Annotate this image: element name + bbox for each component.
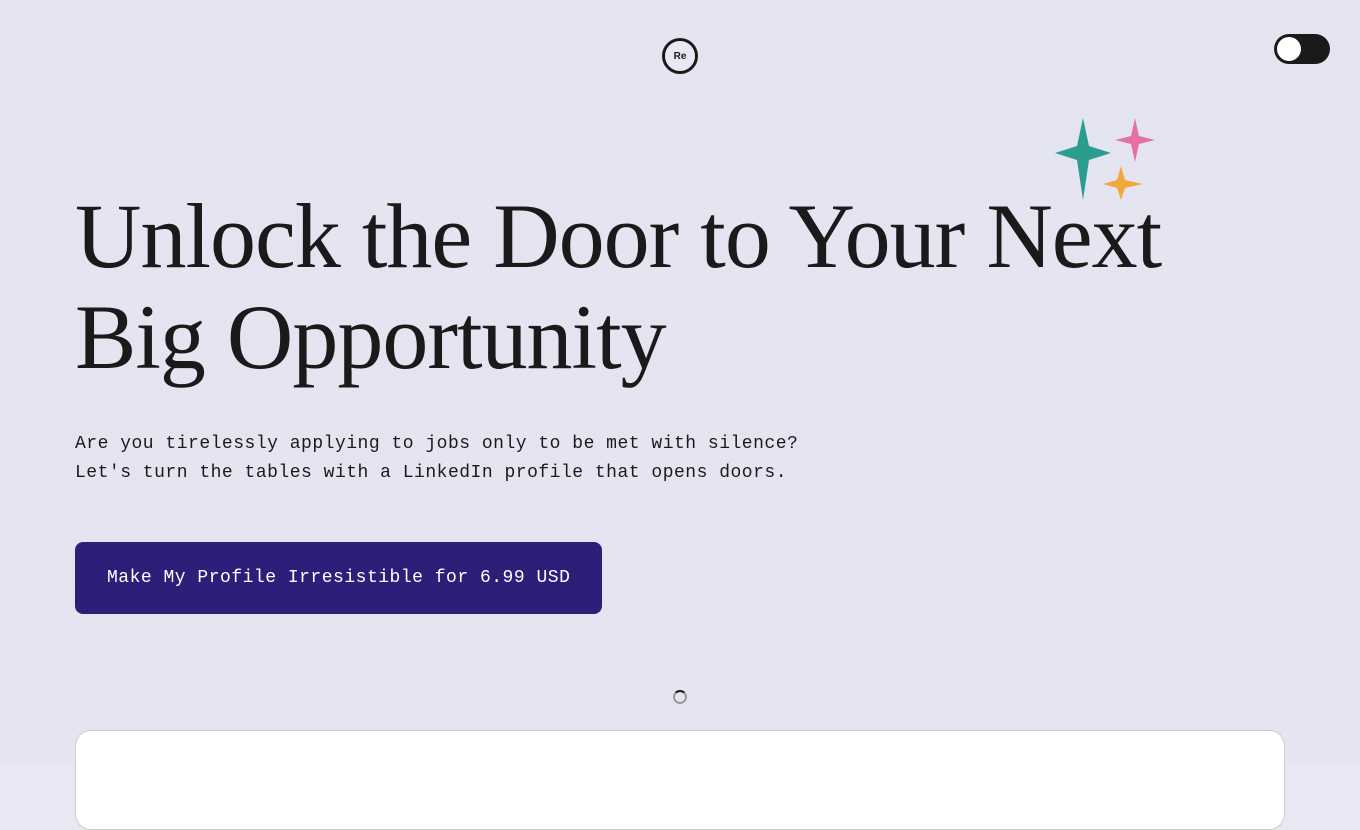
logo[interactable]: Re — [662, 38, 698, 74]
cta-button[interactable]: Make My Profile Irresistible for 6.99 US… — [75, 542, 602, 614]
toggle-knob — [1277, 37, 1301, 61]
theme-toggle-container — [1274, 34, 1330, 64]
bottom-section — [75, 690, 1285, 764]
bottom-card — [75, 730, 1285, 830]
subhead-line-2: Let's turn the tables with a LinkedIn pr… — [75, 459, 1285, 488]
logo-circle: Re — [662, 38, 698, 74]
hero-section: Unlock the Door to Your Next Big Opportu… — [75, 186, 1285, 614]
page-subhead: Are you tirelessly applying to jobs only… — [75, 430, 1285, 488]
page-headline: Unlock the Door to Your Next Big Opportu… — [75, 186, 1285, 388]
logo-text: Re — [674, 51, 687, 62]
theme-toggle[interactable] — [1274, 34, 1330, 64]
loading-spinner-icon — [673, 690, 687, 704]
subhead-line-1: Are you tirelessly applying to jobs only… — [75, 430, 1285, 459]
